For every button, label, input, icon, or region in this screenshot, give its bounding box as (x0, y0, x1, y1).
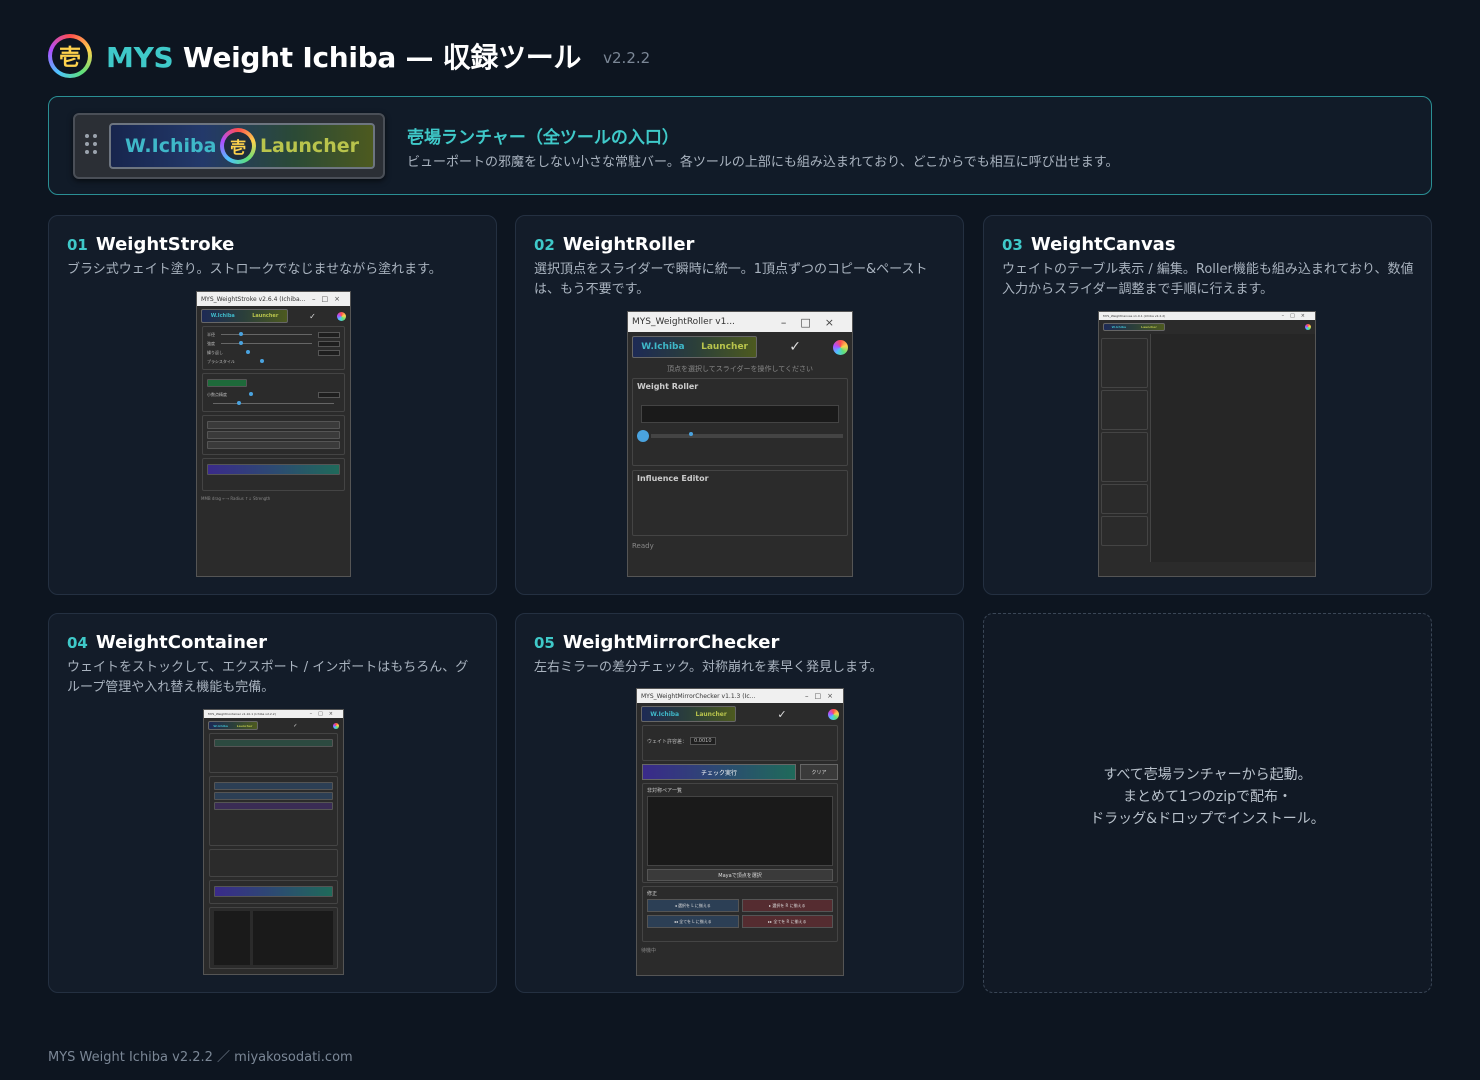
tool-card-weightcanvas: 03 WeightCanvas ウェイトのテーブル表示 / 編集。Roller機能… (983, 215, 1432, 595)
card-description: ウェイトをストックして、エクスポート / インポートはもちろん、グループ管理や入… (67, 660, 469, 695)
card-description: ブラシ式ウェイト塗り。ストロークでなじませながら塗れます。 (67, 262, 442, 277)
card-title: 01 WeightStroke (67, 234, 235, 255)
install-info-card: すべて壱場ランチャーから起動。 まとめて1つのzipで配布・ ドラッグ&ドロップ… (983, 613, 1432, 993)
card-description: 選択頂点をスライダーで瞬時に統一。1頂点ずつのコピー&ペーストは、もう不要です。 (534, 262, 928, 297)
weightcanvas-screenshot: MYS_WeightCanvas v1.0.1 (Ichiba v2.2.2) –… (1098, 311, 1316, 577)
card-title: 05 WeightMirrorChecker (534, 632, 780, 653)
card-title: 02 WeightRoller (534, 234, 695, 255)
launcher-description: ビューポートの邪魔をしない小さな常駐バー。各ツールの上部にも組み込まれており、ど… (407, 155, 1119, 170)
brand-name: MYS (106, 41, 174, 74)
card-description: ウェイトのテーブル表示 / 編集。Roller機能も組み込まれており、数値入力か… (1002, 262, 1414, 297)
tool-card-weightcontainer: 04 WeightContainer ウェイトをストックして、エクスポート / イ… (48, 613, 497, 993)
page-title: MYS Weight Ichiba — 収録ツール (106, 36, 581, 76)
weightroller-screenshot: MYS_WeightRoller v1... –□× W.Ichiba Launch… (627, 311, 853, 577)
launcher-screenshot: W.Ichiba 壱 Launcher (73, 113, 385, 179)
page-header: 壱 MYS Weight Ichiba — 収録ツール v2.2.2 (48, 34, 650, 78)
launcher-logo-icon: 壱 (220, 128, 257, 164)
weightmirrorchecker-screenshot: MYS_WeightMirrorChecker v1.1.3 (Ic... –□×… (636, 688, 844, 976)
check-run-button: チェック実行 (642, 764, 796, 780)
launcher-banner: W.Ichiba 壱 Launcher 壱場ランチャー（全ツールの入口） ビュー… (48, 96, 1432, 195)
weightstroke-screenshot: MYS_WeightStroke v2.6.4 (Ichiba... –□× W.… (196, 291, 351, 577)
tool-card-weightstroke: 01 WeightStroke ブラシ式ウェイト塗り。ストロークでなじませながら塗… (48, 215, 497, 595)
drag-grip-icon (85, 134, 97, 154)
card-description: 左右ミラーの差分チェック。対称崩れを素早く発見します。 (534, 660, 883, 675)
weightcontainer-screenshot: MYS_WeightContainer v1.10.1 (Ichiba v2.2… (203, 709, 344, 975)
clear-button: クリア (800, 764, 838, 780)
tool-card-weightmirrorchecker: 05 WeightMirrorChecker 左右ミラーの差分チェック。対称崩れを… (515, 613, 964, 993)
page-footer: MYS Weight Ichiba v2.2.2 ／ miyakosodati.… (48, 1050, 353, 1065)
launcher-right-label: Launcher (259, 135, 359, 157)
launcher-title: 壱場ランチャー（全ツールの入口） (407, 128, 679, 148)
version-label: v2.2.2 (603, 49, 651, 67)
launcher-bar: W.Ichiba 壱 Launcher (109, 123, 375, 169)
ichiba-logo-icon: 壱 (48, 34, 92, 78)
launcher-left-label: W.Ichiba (125, 135, 217, 157)
card-title: 04 WeightContainer (67, 632, 267, 653)
title-text: Weight Ichiba — 収録ツール (182, 41, 582, 74)
install-info-text: すべて壱場ランチャーから起動。 まとめて1つのzipで配布・ ドラッグ&ドロップ… (1090, 767, 1325, 827)
tool-card-weightroller: 02 WeightRoller 選択頂点をスライダーで瞬時に統一。1頂点ずつのコピ… (515, 215, 964, 595)
card-title: 03 WeightCanvas (1002, 234, 1176, 255)
